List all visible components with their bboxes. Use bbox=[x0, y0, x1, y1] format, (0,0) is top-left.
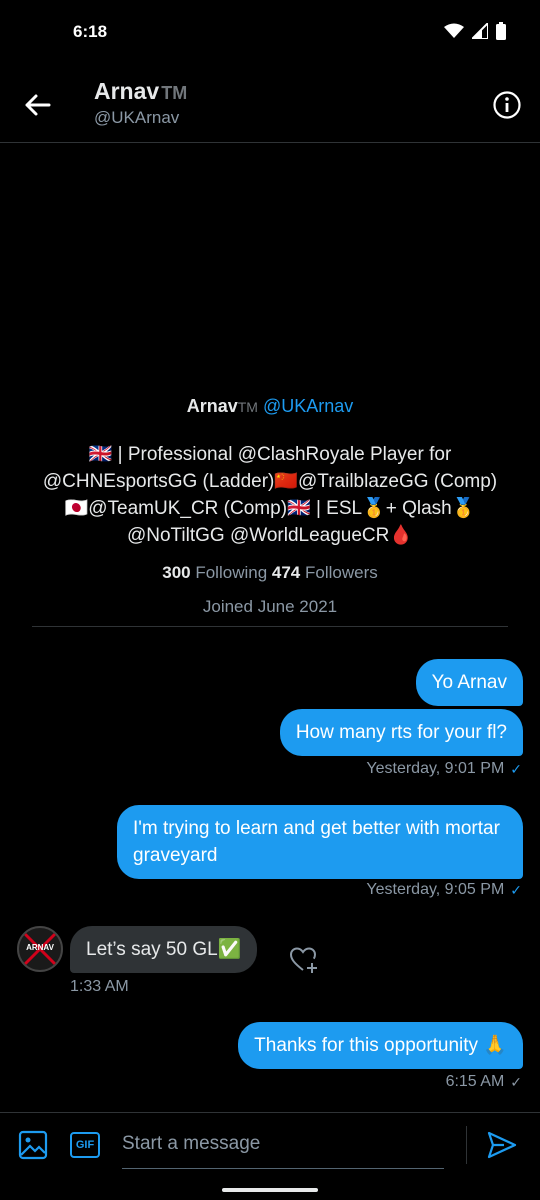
follow-counts: 300 Following 474 Followers bbox=[0, 563, 540, 583]
message-time: Yesterday, 9:01 PM bbox=[366, 760, 505, 777]
profile-card: ArnavTM @UKArnav 🇬🇧 | Professional @Clas… bbox=[0, 396, 540, 617]
back-arrow-icon[interactable] bbox=[22, 90, 52, 120]
status-time: 6:18 bbox=[73, 22, 108, 41]
sent-check-icon: ✓ bbox=[510, 881, 522, 898]
conversation-name-suffix: TM bbox=[161, 83, 188, 103]
profile-name-suffix: TM bbox=[237, 399, 258, 415]
seen-check-icon: ✓ bbox=[510, 1073, 522, 1090]
following-count[interactable]: 300 bbox=[162, 563, 190, 582]
message-time: 1:33 AM bbox=[70, 978, 129, 995]
message-bubble-received[interactable]: Let’s say 50 GL✅ bbox=[70, 926, 258, 973]
signal-icon bbox=[472, 23, 488, 39]
joined-date: Joined June 2021 bbox=[202, 597, 338, 616]
followers-count[interactable]: 474 bbox=[272, 563, 300, 582]
profile-handle[interactable]: @UKArnav bbox=[263, 396, 353, 416]
profile-divider bbox=[32, 626, 508, 627]
gif-button[interactable]: GIF bbox=[70, 1132, 100, 1158]
bio-line: 🇯🇵@TeamUK_CR (Comp)🇬🇧 | ESL🥇+ Qlash🥇 bbox=[64, 498, 476, 519]
profile-name: Arnav bbox=[186, 396, 238, 416]
add-reaction-icon[interactable] bbox=[288, 944, 320, 976]
composer-vertical-divider bbox=[466, 1126, 467, 1164]
message-input[interactable] bbox=[122, 1126, 444, 1169]
profile-bio: 🇬🇧 | Professional @ClashRoyale Player fo… bbox=[20, 441, 520, 549]
conversation-title: Arnav TM bbox=[94, 78, 187, 105]
bio-line: @NoTiltGG @WorldLeagueCR🩸 bbox=[126, 525, 414, 546]
followers-label[interactable]: Followers bbox=[305, 563, 378, 582]
status-icons bbox=[444, 22, 506, 40]
profile-name-line: ArnavTM @UKArnav bbox=[0, 396, 540, 417]
message-bubble-sent[interactable]: I'm trying to learn and get better with … bbox=[117, 805, 523, 879]
message-bubble-sent[interactable]: Thanks for this opportunity 🙏 bbox=[238, 1022, 523, 1069]
message-timestamp: 6:15 AM ✓ bbox=[446, 1073, 522, 1091]
header-divider bbox=[0, 142, 540, 143]
wifi-icon bbox=[444, 23, 464, 38]
image-icon[interactable] bbox=[18, 1130, 48, 1160]
send-icon[interactable] bbox=[486, 1130, 518, 1160]
bio-line: @CHNEsportsGG (Ladder)🇨🇳@TrailblazeGG (C… bbox=[42, 471, 498, 492]
message-timestamp: Yesterday, 9:05 PM ✓ bbox=[366, 881, 522, 899]
avatar[interactable]: ARNAV bbox=[17, 926, 63, 972]
message-time: Yesterday, 9:05 PM bbox=[366, 881, 505, 898]
conversation-handle: @UKArnav bbox=[94, 108, 180, 127]
avatar-label: ARNAV bbox=[26, 943, 54, 952]
sent-check-icon: ✓ bbox=[510, 760, 522, 777]
message-bubble-sent[interactable]: How many rts for your fl? bbox=[279, 709, 523, 756]
composer-divider bbox=[0, 1112, 540, 1113]
battery-icon bbox=[496, 22, 506, 40]
following-label[interactable]: Following bbox=[195, 563, 267, 582]
home-indicator bbox=[222, 1188, 318, 1192]
message-time: 6:15 AM bbox=[445, 1073, 505, 1090]
bio-line: 🇬🇧 | Professional @ClashRoyale Player fo… bbox=[88, 444, 452, 465]
message-timestamp: Yesterday, 9:01 PM ✓ bbox=[366, 760, 522, 778]
message-bubble-sent[interactable]: Yo Arnav bbox=[415, 659, 523, 706]
conversation-name: Arnav bbox=[94, 78, 160, 104]
info-icon[interactable] bbox=[492, 90, 522, 120]
